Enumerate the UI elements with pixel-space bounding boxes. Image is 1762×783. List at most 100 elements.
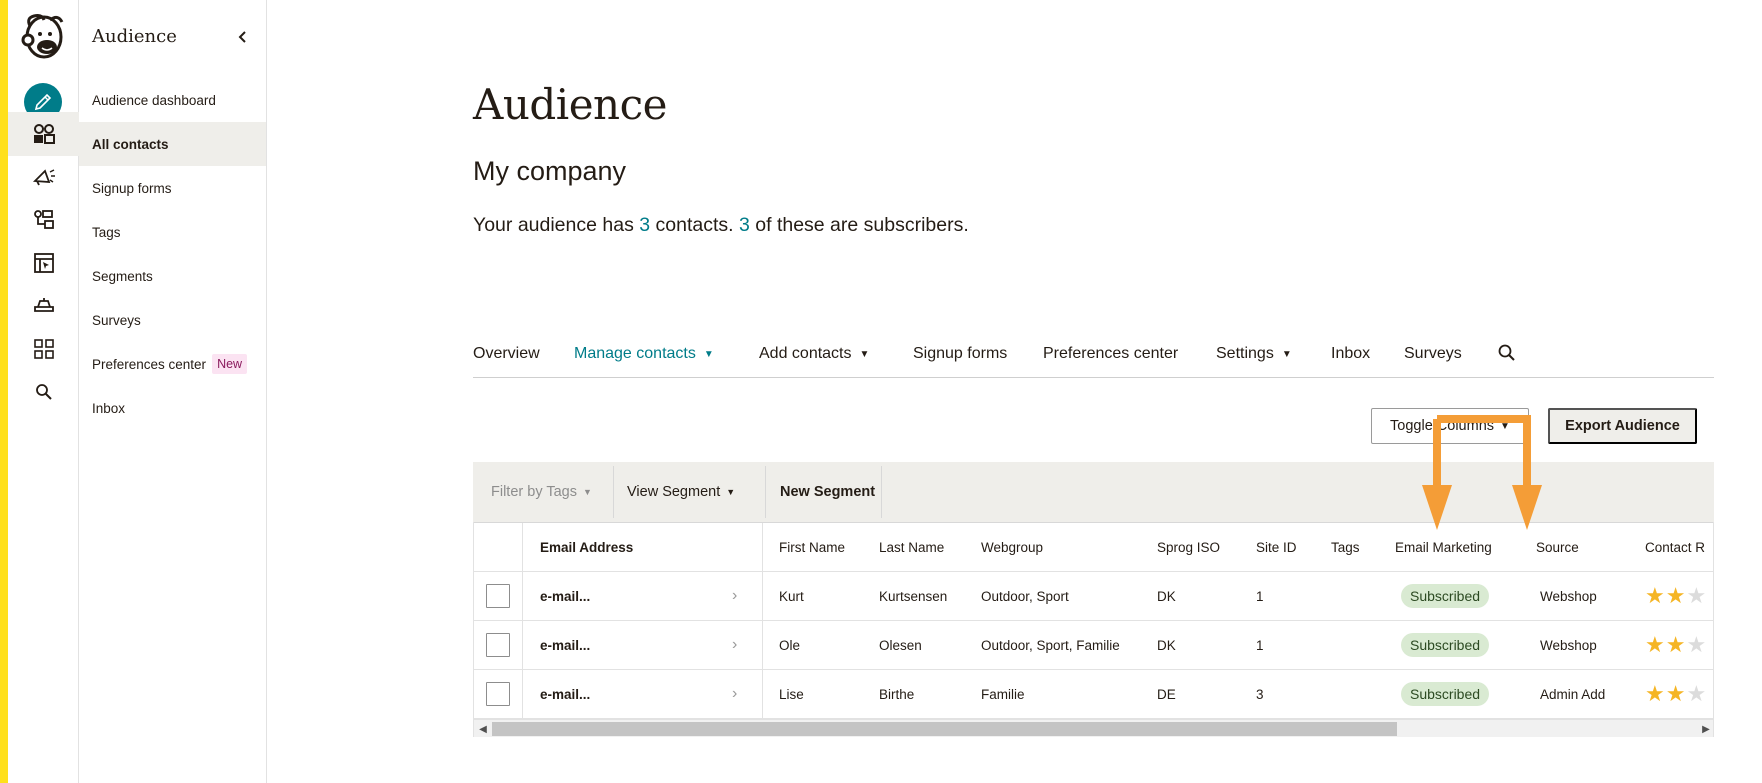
star-icon: ★ [1686, 583, 1707, 608]
column-webgroup[interactable]: Webgroup [981, 523, 1043, 571]
divider [762, 670, 763, 718]
divider [762, 523, 763, 571]
column-source[interactable]: Source [1536, 523, 1579, 571]
column-sprog-iso[interactable]: Sprog ISO [1157, 523, 1220, 571]
horizontal-scrollbar[interactable]: ◀ ▶ [474, 719, 1713, 737]
scrollbar-thumb[interactable] [492, 722, 1397, 736]
email-address[interactable]: e-mail... [540, 572, 590, 620]
main-content: Audience My company Your audience has 3 … [267, 0, 1762, 783]
filter-by-tags-dropdown[interactable]: Filter by Tags ▼ [491, 462, 592, 522]
subscriber-count[interactable]: 3 [739, 214, 750, 236]
sidebar-item-preferences-center[interactable]: Preferences center New [79, 342, 266, 386]
star-icon: ★ [1665, 632, 1686, 657]
audience-sidebar: Audience Audience dashboard All contacts… [79, 0, 267, 783]
sidebar-item-inbox[interactable]: Inbox [79, 386, 266, 430]
divider [522, 572, 523, 620]
new-segment-button[interactable]: New Segment [780, 462, 875, 522]
star-icon: ★ [1645, 681, 1665, 706]
webgroup: Outdoor, Sport, Familie [981, 637, 1120, 653]
scroll-left-icon[interactable]: ◀ [474, 720, 492, 737]
sidebar-item-all-contacts[interactable]: All contacts [79, 122, 266, 166]
tab-overview[interactable]: Overview [473, 345, 540, 363]
sidebar-item-tags[interactable]: Tags [79, 210, 266, 254]
chevron-right-icon[interactable]: › [732, 572, 737, 620]
pencil-icon [34, 93, 52, 111]
divider [613, 466, 614, 518]
sprog-iso: DK [1157, 588, 1176, 604]
row-checkbox[interactable] [486, 572, 510, 620]
divider [762, 572, 763, 620]
view-segment-dropdown[interactable]: View Segment ▼ [627, 462, 735, 522]
row-checkbox[interactable] [486, 621, 510, 669]
tab-manage-contacts[interactable]: Manage contacts ▼ [574, 345, 714, 363]
column-first-name[interactable]: First Name [779, 523, 845, 571]
chevron-right-icon[interactable]: › [732, 670, 737, 718]
scroll-right-icon[interactable]: ▶ [1697, 720, 1713, 737]
campaigns-megaphone-icon[interactable] [8, 155, 79, 199]
tab-settings[interactable]: Settings ▼ [1216, 345, 1292, 363]
column-email-marketing[interactable]: Email Marketing [1395, 523, 1492, 571]
star-icon: ★ [1645, 583, 1665, 608]
column-site-id[interactable]: Site ID [1256, 523, 1297, 571]
tab-signup-forms[interactable]: Signup forms [913, 345, 1007, 363]
divider [765, 466, 766, 518]
star-icon: ★ [1665, 681, 1686, 706]
sprog-iso: DK [1157, 637, 1176, 653]
column-contact-rating[interactable]: Contact R [1645, 523, 1705, 571]
search-icon[interactable] [8, 370, 79, 414]
audience-name: My company [473, 156, 627, 186]
toggle-columns-button[interactable]: Toggle Columns ▼ [1371, 408, 1529, 444]
column-last-name[interactable]: Last Name [879, 523, 944, 571]
export-audience-button[interactable]: Export Audience [1548, 408, 1697, 444]
first-name: Lise [779, 686, 804, 702]
column-tags[interactable]: Tags [1331, 523, 1360, 571]
audience-summary: Your audience has 3 contacts. 3 of these… [473, 214, 969, 236]
source: Admin Add [1540, 686, 1606, 702]
checkbox[interactable] [486, 633, 510, 657]
tab-add-contacts[interactable]: Add contacts ▼ [759, 345, 869, 363]
star-icon: ★ [1686, 632, 1707, 657]
filter-bar: Filter by Tags ▼ View Segment ▼ New Segmen… [473, 462, 1714, 522]
contact-rating: ★ ★ ★ [1645, 572, 1706, 620]
email-address[interactable]: e-mail... [540, 670, 590, 718]
sidebar-item-audience-dashboard[interactable]: Audience dashboard [79, 78, 266, 122]
collapse-sidebar-icon[interactable] [234, 28, 252, 46]
audience-tabs: Overview Manage contacts ▼ Add contacts ▼ … [473, 340, 1714, 378]
table-row[interactable]: e-mail... › Kurt Kurtsensen Outdoor, Spo… [474, 572, 1713, 621]
sidebar-item-signup-forms[interactable]: Signup forms [79, 166, 266, 210]
webgroup: Familie [981, 686, 1025, 702]
checkbox[interactable] [486, 682, 510, 706]
email-address[interactable]: e-mail... [540, 621, 590, 669]
sprog-iso: DE [1157, 686, 1176, 702]
automations-icon[interactable] [8, 198, 79, 242]
integrations-icon[interactable] [8, 284, 79, 328]
audience-icon[interactable] [8, 112, 79, 156]
brand-strip [0, 0, 8, 783]
site-id: 1 [1256, 637, 1264, 653]
row-checkbox[interactable] [486, 670, 510, 718]
first-name: Kurt [779, 588, 804, 604]
sidebar-item-segments[interactable]: Segments [79, 254, 266, 298]
sidebar-item-surveys[interactable]: Surveys [79, 298, 266, 342]
chevron-right-icon[interactable]: › [732, 621, 737, 669]
apps-grid-icon[interactable] [8, 327, 79, 371]
column-email-address[interactable]: Email Address [540, 523, 633, 571]
site-id: 3 [1256, 686, 1264, 702]
chevron-down-icon: ▼ [1500, 420, 1510, 432]
tab-surveys[interactable]: Surveys [1404, 345, 1462, 363]
mailchimp-logo-icon[interactable] [20, 12, 66, 64]
chevron-down-icon: ▼ [1281, 348, 1292, 360]
website-icon[interactable] [8, 241, 79, 285]
table-row[interactable]: e-mail... › Lise Birthe Familie DE 3 Sub… [474, 670, 1713, 719]
page-title: Audience [473, 80, 667, 129]
search-icon[interactable] [1498, 344, 1516, 362]
table-row[interactable]: e-mail... › Ole Olesen Outdoor, Sport, F… [474, 621, 1713, 670]
table-header: Email Address First Name Last Name Webgr… [474, 522, 1713, 572]
tab-inbox[interactable]: Inbox [1331, 345, 1370, 363]
tab-preferences-center[interactable]: Preferences center [1043, 345, 1178, 363]
contact-rating: ★ ★ ★ [1645, 621, 1706, 669]
contact-count[interactable]: 3 [639, 214, 650, 236]
checkbox[interactable] [486, 584, 510, 608]
divider [522, 621, 523, 669]
chevron-down-icon: ▼ [859, 348, 870, 360]
